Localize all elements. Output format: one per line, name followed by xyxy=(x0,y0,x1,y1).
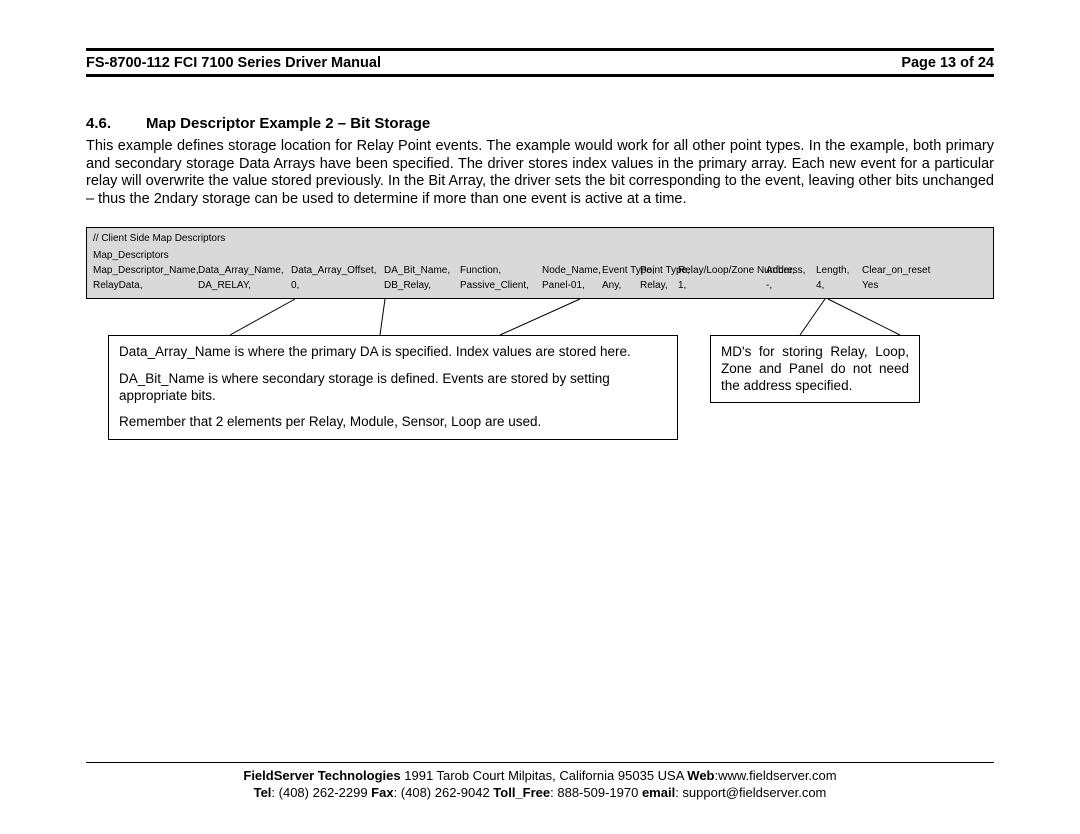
cell: RelayData, xyxy=(93,279,198,292)
table-data-row: RelayData, DA_RELAY, 0, DB_Relay, Passiv… xyxy=(93,279,987,292)
footer-email-label: email xyxy=(642,785,675,800)
callout-text: Remember that 2 elements per Relay, Modu… xyxy=(119,414,667,431)
cell: -, xyxy=(766,279,816,292)
footer-company: FieldServer Technologies xyxy=(243,768,400,783)
callout-box-left: Data_Array_Name is where the primary DA … xyxy=(108,335,678,441)
col-header: Event Type, xyxy=(602,264,640,277)
col-header: Map_Descriptor_Name, xyxy=(93,264,198,277)
cell: DA_RELAY, xyxy=(198,279,291,292)
col-header: Data_Array_Offset, xyxy=(291,264,384,277)
cell: Relay, xyxy=(640,279,678,292)
table-header-row: Map_Descriptor_Name, Data_Array_Name, Da… xyxy=(93,264,987,277)
section-title: Map Descriptor Example 2 – Bit Storage xyxy=(146,115,430,132)
map-descriptor-table: // Client Side Map Descriptors Map_Descr… xyxy=(86,227,994,299)
footer-web: :www.fieldserver.com xyxy=(715,768,837,783)
footer-fax-label: Fax xyxy=(371,785,393,800)
footer-tel: : (408) 262-2299 xyxy=(271,785,371,800)
cell: DB_Relay, xyxy=(384,279,460,292)
col-header: Point Type, xyxy=(640,264,678,277)
footer-web-label: Web xyxy=(687,768,714,783)
col-header: Address, xyxy=(766,264,816,277)
page-header: FS-8700-112 FCI 7100 Series Driver Manua… xyxy=(86,53,994,77)
col-header: DA_Bit_Name, xyxy=(384,264,460,277)
col-header: Relay/Loop/Zone Number, xyxy=(678,264,766,277)
section-paragraph: This example defines storage location fo… xyxy=(86,138,994,209)
table-comment: // Client Side Map Descriptors xyxy=(93,232,987,245)
footer-fax: : (408) 262-9042 xyxy=(394,785,494,800)
col-header: Clear_on_reset xyxy=(862,264,942,277)
doc-title: FS-8700-112 FCI 7100 Series Driver Manua… xyxy=(86,55,381,71)
cell: 1, xyxy=(678,279,766,292)
callout-text: DA_Bit_Name is where secondary storage i… xyxy=(119,371,667,405)
section-number: 4.6. xyxy=(86,115,146,132)
page-number: Page 13 of 24 xyxy=(901,55,994,71)
page-footer: FieldServer Technologies 1991 Tarob Cour… xyxy=(86,762,994,802)
col-header: Length, xyxy=(816,264,862,277)
cell: Any, xyxy=(602,279,640,292)
cell: 4, xyxy=(816,279,862,292)
footer-toll: : 888-509-1970 xyxy=(550,785,642,800)
footer-address: 1991 Tarob Court Milpitas, California 95… xyxy=(401,768,688,783)
col-header: Function, xyxy=(460,264,542,277)
footer-toll-label: Toll_Free xyxy=(493,785,550,800)
callout-text: MD's for storing Relay, Loop, Zone and P… xyxy=(721,344,909,393)
col-header: Data_Array_Name, xyxy=(198,264,291,277)
footer-tel-label: Tel xyxy=(254,785,272,800)
cell: 0, xyxy=(291,279,384,292)
col-header: Node_Name, xyxy=(542,264,602,277)
table-section-label: Map_Descriptors xyxy=(93,249,987,262)
callout-box-right: MD's for storing Relay, Loop, Zone and P… xyxy=(710,335,920,404)
callout-text: Data_Array_Name is where the primary DA … xyxy=(119,344,667,361)
cell: Yes xyxy=(862,279,942,292)
cell: Passive_Client, xyxy=(460,279,542,292)
footer-email: : support@fieldserver.com xyxy=(675,785,826,800)
cell: Panel-01, xyxy=(542,279,602,292)
section-heading: 4.6. Map Descriptor Example 2 – Bit Stor… xyxy=(86,115,994,132)
